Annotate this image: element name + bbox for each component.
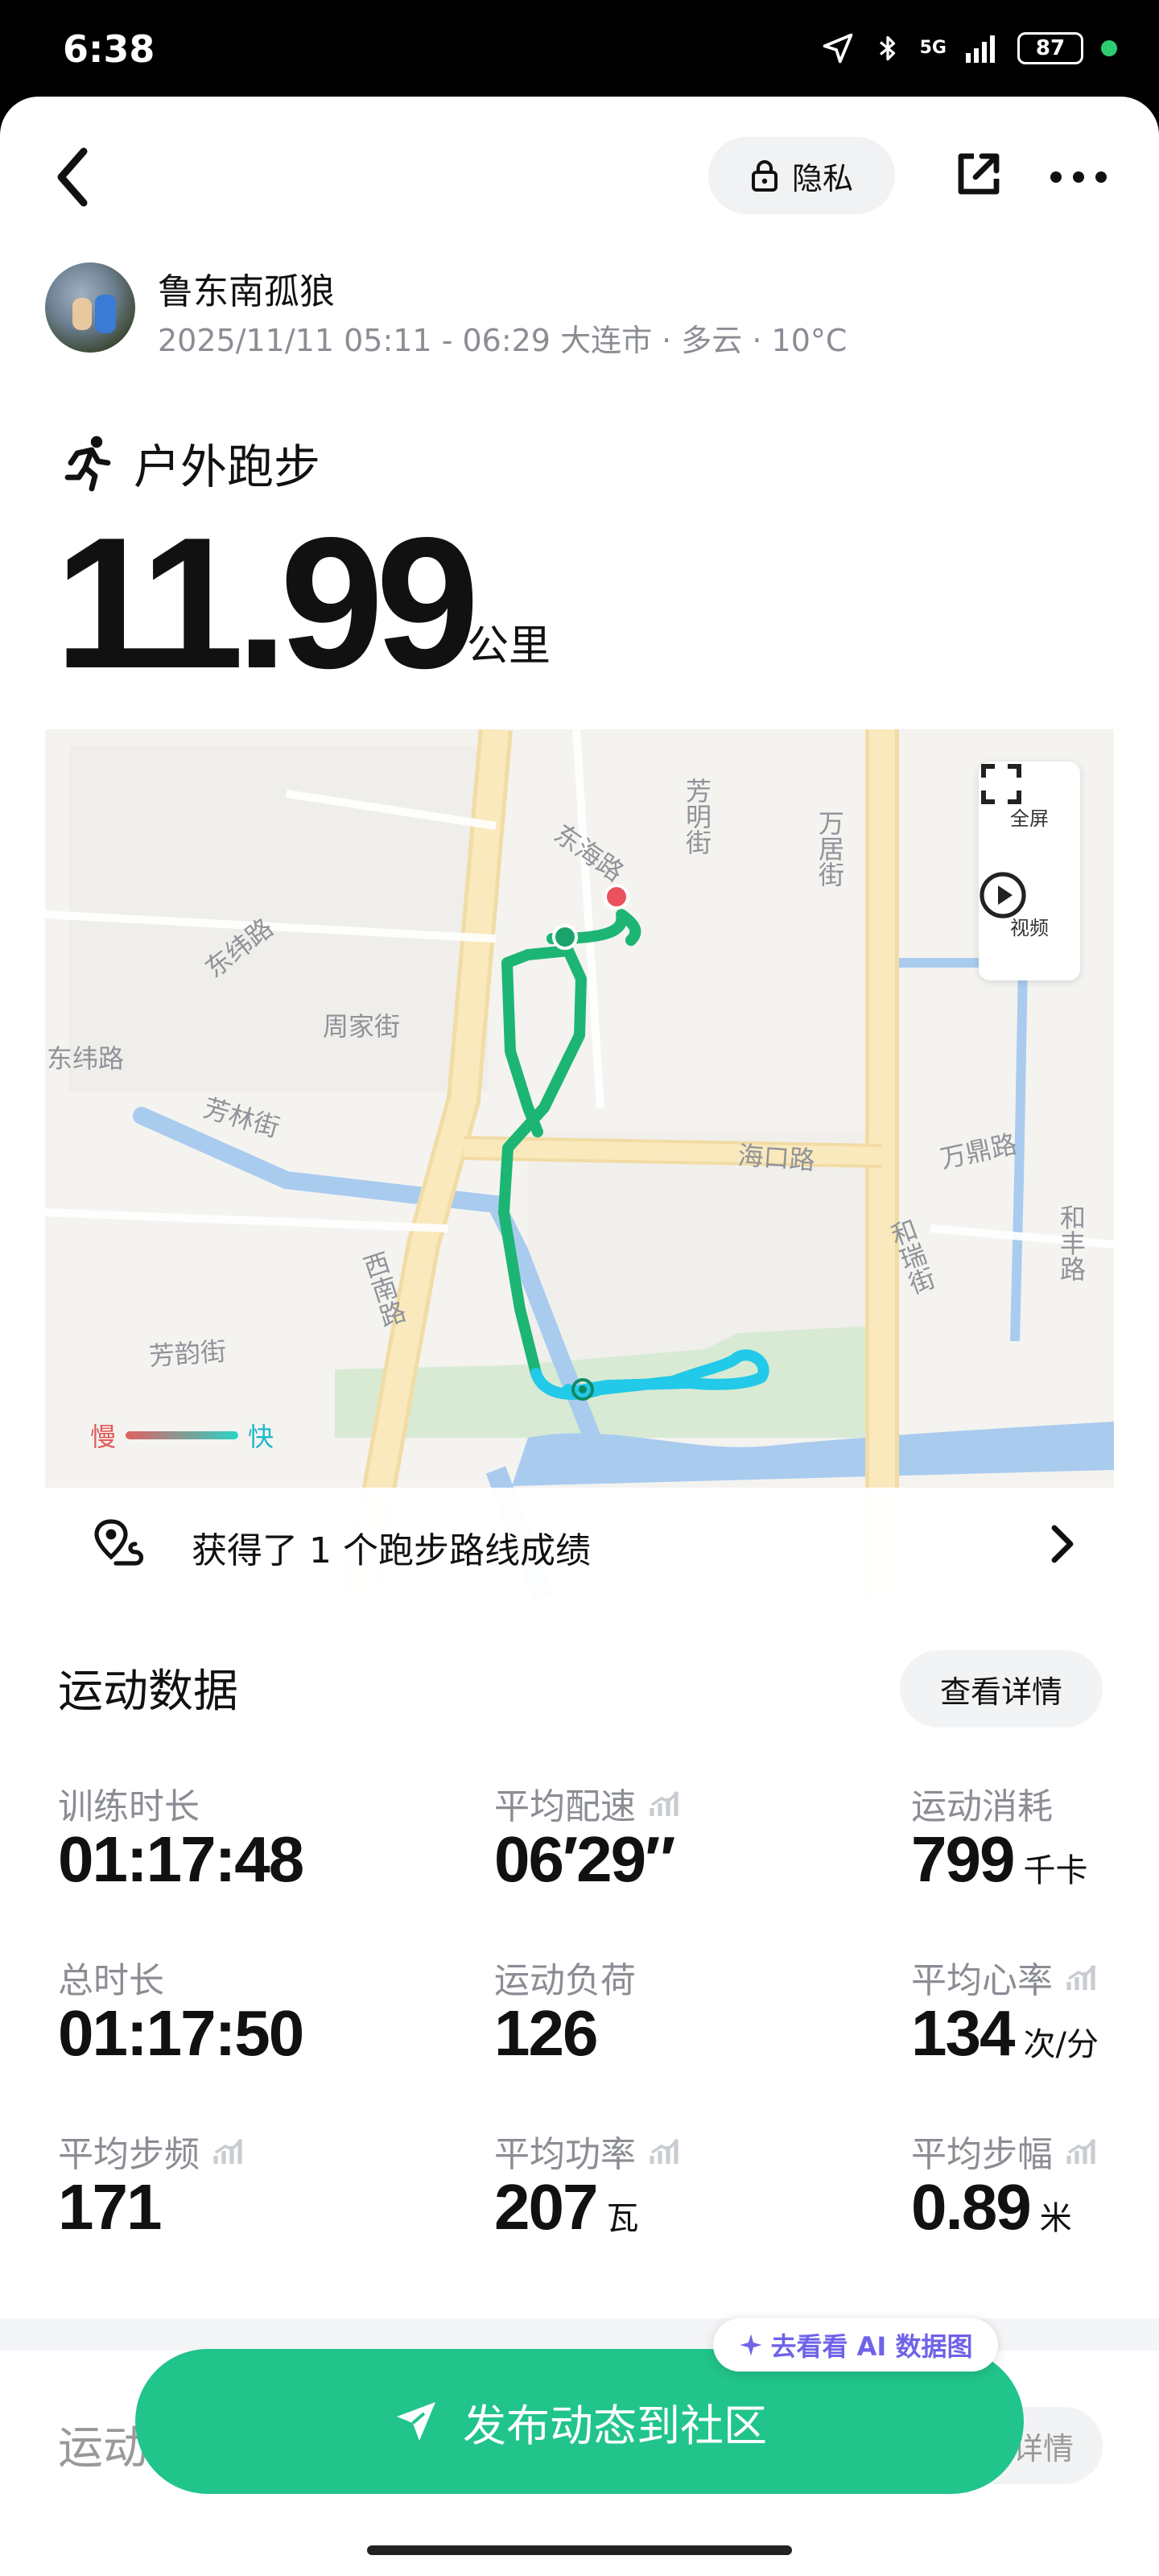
play-circle-icon bbox=[980, 872, 1026, 919]
location-arrow-icon bbox=[823, 33, 852, 64]
status-bar: 6:38 5G 87 bbox=[0, 0, 1159, 97]
fullscreen-icon bbox=[981, 764, 1021, 804]
privacy-indicator-dot bbox=[1101, 40, 1117, 56]
privacy-label: 隐私 bbox=[791, 160, 853, 196]
svg-text:周家街: 周家街 bbox=[323, 1011, 400, 1042]
stat-label: 总时长 bbox=[58, 1960, 164, 2001]
stat-value: 799 bbox=[911, 1823, 1015, 1895]
chart-icon bbox=[1066, 1964, 1096, 1990]
stat-label: 运动消耗 bbox=[911, 1786, 1053, 1827]
stat-training-load: 运动负荷 126 bbox=[494, 1951, 848, 2112]
status-icons: 5G 87 bbox=[820, 31, 1117, 66]
signal-icon bbox=[966, 35, 995, 63]
stat-label: 平均步频 bbox=[58, 2134, 200, 2175]
send-icon bbox=[397, 2402, 435, 2441]
stat-calories: 运动消耗 799 千卡 bbox=[911, 1777, 1153, 1938]
post-button-label: 发布动态到社区 bbox=[463, 2400, 767, 2451]
stat-label: 运动负荷 bbox=[494, 1960, 636, 2001]
legend-gradient-bar bbox=[126, 1431, 239, 1439]
stat-label: 平均配速 bbox=[494, 1786, 636, 1827]
svg-text:万居街: 万居街 bbox=[815, 810, 845, 887]
stat-value: 171 bbox=[58, 2171, 162, 2243]
chart-icon bbox=[1066, 2138, 1096, 2164]
stat-value: 0.89 bbox=[911, 2171, 1032, 2243]
stat-value: 134 bbox=[911, 1997, 1015, 2069]
legend-fast: 快 bbox=[248, 1422, 274, 1452]
privacy-button[interactable]: 隐私 bbox=[708, 137, 895, 214]
running-icon bbox=[64, 436, 111, 492]
stat-label: 平均步幅 bbox=[911, 2134, 1053, 2175]
video-button[interactable]: 视频 bbox=[979, 871, 1080, 980]
chevron-right-icon bbox=[1051, 1525, 1074, 1563]
route-map[interactable]: 东海路 芳明街 万居街 东纬路 周家街 东纬路 芳林街 海口路 万鼎路 和丰路 … bbox=[45, 729, 1114, 1599]
view-details-button[interactable]: 查看详情 bbox=[900, 1650, 1103, 1728]
stat-value: 01:17:50 bbox=[58, 1997, 304, 2069]
svg-text:芳韵街: 芳韵街 bbox=[148, 1335, 227, 1372]
pace-legend: 慢 快 bbox=[90, 1417, 274, 1454]
lock-icon bbox=[751, 160, 777, 192]
stat-total-duration: 总时长 01:17:50 bbox=[58, 1951, 412, 2112]
stat-unit: 次/分 bbox=[1023, 2026, 1099, 2063]
route-pin-icon bbox=[94, 1519, 144, 1566]
stat-avg-cadence[interactable]: 平均步频 171 bbox=[58, 2125, 412, 2286]
more-icon[interactable] bbox=[1046, 161, 1111, 193]
avatar[interactable] bbox=[45, 262, 135, 353]
bluetooth-icon bbox=[879, 35, 895, 61]
stat-avg-power[interactable]: 平均功率 207 瓦 bbox=[494, 2125, 848, 2286]
stat-value: 207 bbox=[494, 2171, 598, 2243]
map-controls: 全屏 视频 bbox=[979, 762, 1080, 980]
stats-section-title: 运动数据 bbox=[58, 1666, 238, 1718]
route-achievement-text: 获得了 1 个跑步路线成绩 bbox=[192, 1530, 591, 1571]
home-indicator[interactable] bbox=[367, 2545, 792, 2555]
stat-label: 平均功率 bbox=[494, 2134, 636, 2175]
ai-chart-pill[interactable]: 去看看 AI 数据图 bbox=[713, 2318, 998, 2372]
stat-value: 06′29″ bbox=[494, 1823, 675, 1895]
user-row: 鲁东南孤狼 2025/11/11 05:11 - 06:29 大连市 · 多云 … bbox=[45, 262, 1116, 359]
avatar-figure bbox=[72, 298, 92, 330]
activity-type-label: 户外跑步 bbox=[134, 440, 321, 494]
route-achievement-banner[interactable]: 获得了 1 个跑步路线成绩 bbox=[45, 1488, 1114, 1599]
back-chevron-icon[interactable] bbox=[48, 145, 97, 209]
chart-icon bbox=[650, 2138, 679, 2164]
chart-icon bbox=[213, 2138, 243, 2164]
stat-avg-stride[interactable]: 平均步幅 0.89 米 bbox=[911, 2125, 1153, 2286]
svg-text:东纬路: 东纬路 bbox=[47, 1043, 124, 1074]
stat-avg-pace[interactable]: 平均配速 06′29″ bbox=[494, 1777, 848, 1938]
network-label: 5G bbox=[919, 38, 947, 58]
stat-value: 126 bbox=[494, 1997, 598, 2069]
svg-text:海口路: 海口路 bbox=[736, 1140, 815, 1176]
map-canvas: 东海路 芳明街 万居街 东纬路 周家街 东纬路 芳林街 海口路 万鼎路 和丰路 … bbox=[45, 729, 1114, 1599]
stat-avg-heart-rate[interactable]: 平均心率 134 次/分 bbox=[911, 1951, 1153, 2112]
workout-detail-sheet: 隐私 鲁东南孤狼 2025/11/11 05:11 - 06:29 大连市 · … bbox=[0, 97, 1159, 2576]
distance-value: 11.99 bbox=[55, 499, 480, 708]
stat-label: 平均心率 bbox=[911, 1960, 1053, 2001]
stat-unit: 千卡 bbox=[1023, 1852, 1088, 1889]
avatar-figure-2 bbox=[95, 295, 116, 333]
svg-text:芳明街: 芳明街 bbox=[682, 778, 712, 855]
stat-training-duration: 训练时长 01:17:48 bbox=[58, 1777, 412, 1938]
legend-slow: 慢 bbox=[90, 1422, 117, 1452]
user-name[interactable]: 鲁东南孤狼 bbox=[158, 262, 335, 314]
share-icon[interactable] bbox=[953, 148, 1004, 200]
stat-label: 训练时长 bbox=[58, 1786, 200, 1827]
distance-unit: 公里 bbox=[467, 622, 551, 671]
stat-unit: 瓦 bbox=[606, 2200, 639, 2237]
activity-type-row: 户外跑步 bbox=[61, 427, 320, 499]
stat-value: 01:17:48 bbox=[58, 1823, 304, 1895]
stat-unit: 米 bbox=[1039, 2200, 1072, 2237]
sparkle-icon bbox=[740, 2334, 762, 2356]
chart-icon bbox=[650, 1790, 679, 1816]
fullscreen-button[interactable]: 全屏 bbox=[979, 762, 1080, 871]
svg-text:和丰路: 和丰路 bbox=[1056, 1204, 1087, 1282]
battery-icon: 87 bbox=[1017, 32, 1083, 64]
ai-chart-label: 去看看 AI 数据图 bbox=[770, 2331, 973, 2362]
top-bar: 隐私 bbox=[0, 97, 1159, 258]
workout-meta: 2025/11/11 05:11 - 06:29 大连市 · 多云 · 10°C bbox=[158, 323, 848, 358]
status-time: 6:38 bbox=[63, 27, 155, 71]
